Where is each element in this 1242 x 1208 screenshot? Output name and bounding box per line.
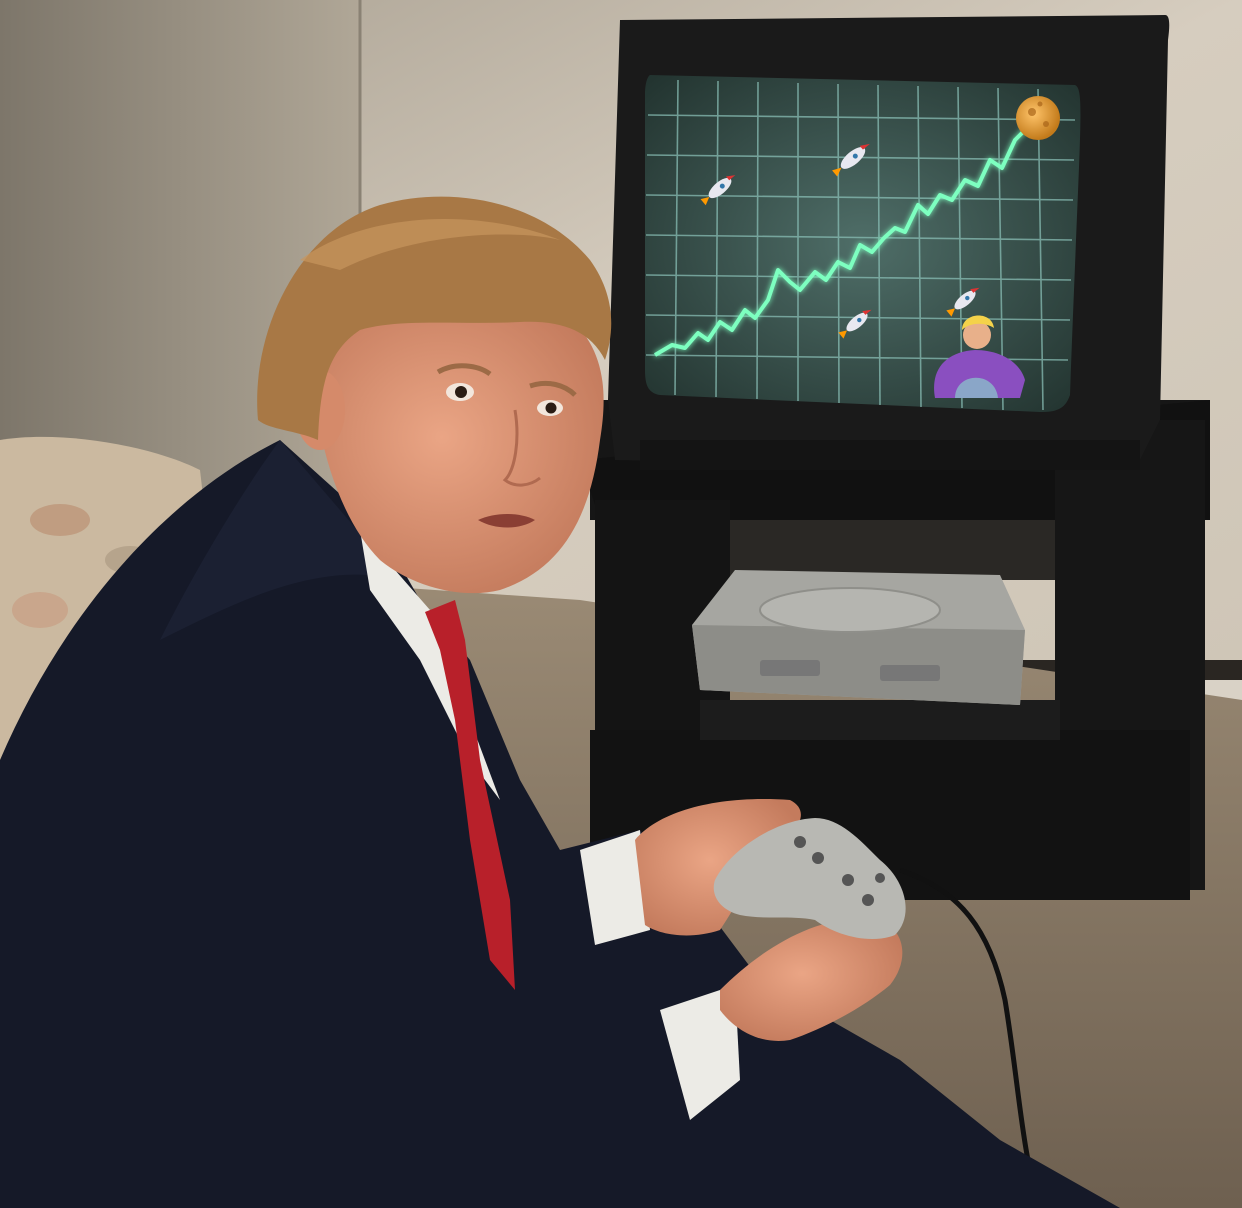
photo-scene	[0, 0, 1242, 1208]
photo-illustration	[0, 0, 1242, 1208]
crt-television	[608, 15, 1170, 470]
moon-icon	[1016, 96, 1060, 140]
tv-screen	[645, 75, 1081, 412]
game-console	[692, 570, 1025, 705]
